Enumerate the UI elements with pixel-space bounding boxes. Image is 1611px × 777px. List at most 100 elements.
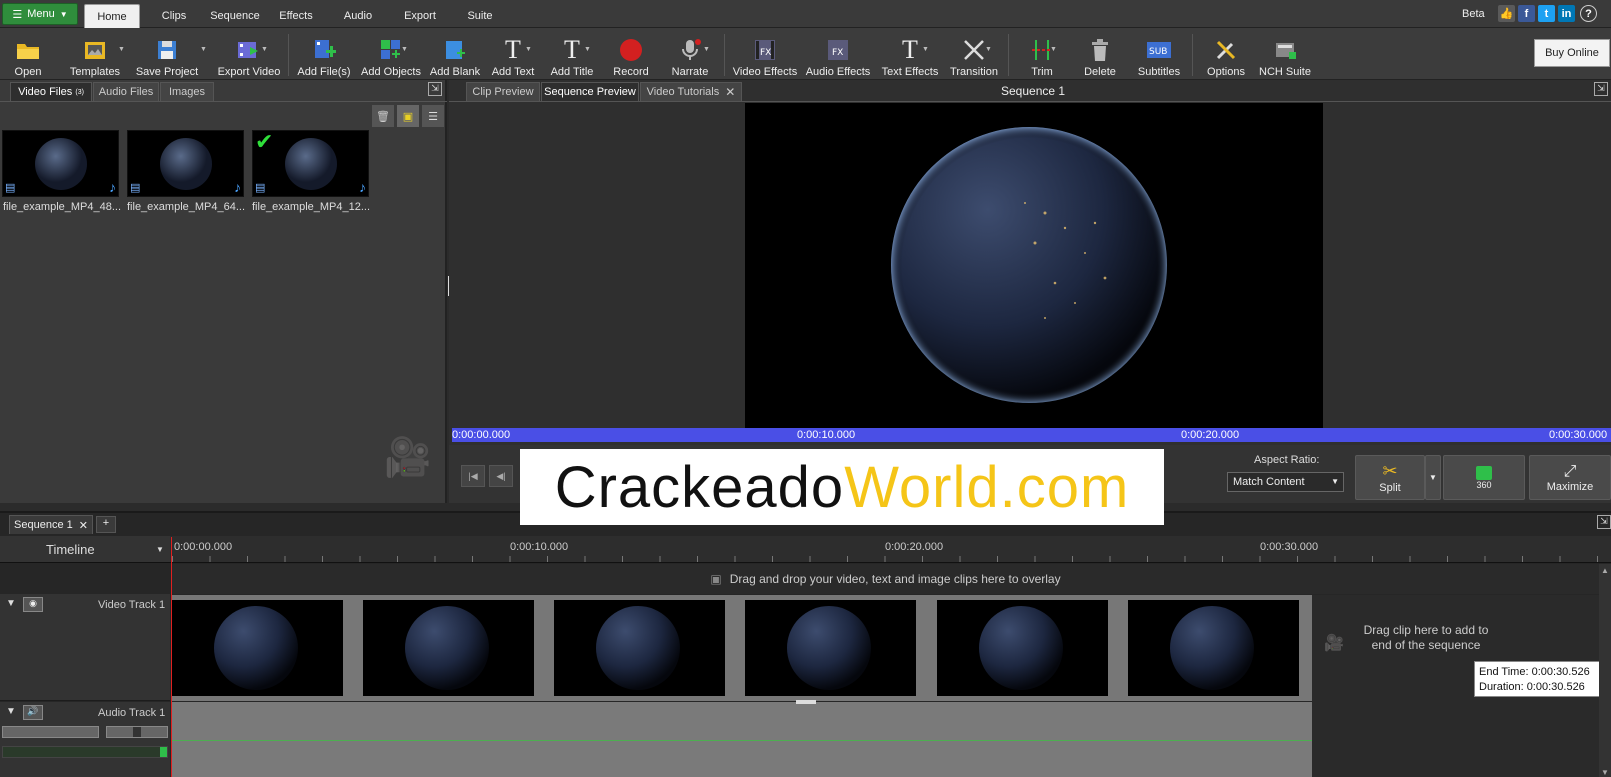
video-effects-button[interactable]: FX Video Effects — [733, 30, 797, 78]
close-icon[interactable]: ✕ — [725, 85, 735, 99]
transition-caret-icon[interactable]: ▼ — [985, 46, 992, 53]
media-thumbnail-2[interactable]: ▤ ♪ — [127, 130, 244, 197]
earth-frame-image — [1170, 606, 1254, 690]
new-folder-button[interactable]: ▣ — [397, 105, 419, 127]
save-project-button[interactable]: Save Project — [132, 30, 202, 78]
clip-frame[interactable] — [1128, 600, 1299, 696]
scroll-down-icon[interactable]: ▼ — [1601, 768, 1609, 777]
timeline-ruler[interactable]: Timeline ▼ 0:00:00.000 0:00:10.000 0:00:… — [0, 536, 1611, 563]
templates-caret-icon[interactable]: ▼ — [118, 46, 125, 53]
undock-icon[interactable]: ⇲ — [1597, 515, 1611, 529]
save-caret-icon[interactable]: ▼ — [200, 46, 207, 53]
help-icon[interactable]: ? — [1580, 5, 1597, 22]
video-track[interactable] — [172, 595, 1312, 701]
undock-icon[interactable]: ⇲ — [1594, 82, 1608, 96]
maximize-button[interactable]: ⤢ Maximize — [1529, 455, 1611, 500]
tab-export[interactable]: Export — [398, 4, 442, 28]
hamburger-icon: ☰ — [12, 8, 23, 21]
text-effects-button[interactable]: T Text Effects — [880, 30, 940, 78]
subtitles-button[interactable]: SUB Subtitles — [1136, 30, 1182, 78]
timeline-vertical-scrollbar[interactable]: ▲ ▼ — [1599, 564, 1611, 777]
split-dropdown-button[interactable]: ▼ — [1425, 455, 1441, 500]
add-text-button[interactable]: T Add Text — [490, 30, 536, 78]
track-resize-handle[interactable] — [796, 700, 816, 704]
facebook-icon[interactable]: f — [1518, 5, 1535, 22]
tab-audio[interactable]: Audio — [336, 4, 380, 28]
buy-online-button[interactable]: Buy Online — [1534, 39, 1610, 67]
list-view-button[interactable]: ☰ — [422, 105, 444, 127]
add-blank-button[interactable]: Add Blank — [430, 30, 480, 78]
add-objects-button[interactable]: Add Objects — [360, 30, 422, 78]
nch-suite-button[interactable]: NCH Suite — [1258, 30, 1312, 78]
clip-frame[interactable] — [363, 600, 534, 696]
bin-delete-button[interactable]: 🗑 — [372, 105, 394, 127]
eye-icon[interactable]: ◉ — [23, 597, 43, 612]
tab-video-tutorials[interactable]: Video Tutorials ✕ — [640, 82, 742, 101]
options-button[interactable]: Options — [1206, 30, 1246, 78]
trim-button[interactable]: Trim — [1024, 30, 1060, 78]
media-thumbnail-3[interactable]: ✔ ▤ ♪ — [252, 130, 369, 197]
overlay-track[interactable]: ▣ Drag and drop your video, text and ima… — [172, 564, 1599, 594]
playhead[interactable] — [171, 537, 172, 777]
add-text-caret-icon[interactable]: ▼ — [525, 46, 532, 53]
aspect-ratio-select[interactable]: Match Content ▼ — [1227, 472, 1344, 492]
add-title-caret-icon[interactable]: ▼ — [584, 46, 591, 53]
twitter-icon[interactable]: t — [1538, 5, 1555, 22]
collapse-triangle-icon[interactable]: ▼ — [6, 706, 16, 717]
clip-frame[interactable] — [554, 600, 725, 696]
add-sequence-button[interactable]: + — [96, 516, 116, 533]
add-title-button[interactable]: T Add Title — [548, 30, 596, 78]
like-icon[interactable]: 👍 — [1498, 5, 1515, 22]
step-back-icon: ◀| — [496, 470, 506, 481]
tab-home[interactable]: Home — [84, 4, 140, 28]
media-thumbnail-1[interactable]: ▤ ♪ — [2, 130, 119, 197]
volume-slider[interactable] — [2, 726, 99, 738]
trim-caret-icon[interactable]: ▼ — [1050, 46, 1057, 53]
audio-track[interactable] — [172, 702, 1312, 777]
360-button[interactable]: 360 — [1443, 455, 1525, 500]
text-effects-caret-icon[interactable]: ▼ — [922, 46, 929, 53]
speaker-icon[interactable]: 🔊 — [23, 705, 43, 720]
tab-sequence-1[interactable]: Sequence 1 ✕ — [9, 515, 93, 534]
tab-audio-files[interactable]: Audio Files — [93, 82, 159, 101]
scroll-up-icon[interactable]: ▲ — [1601, 566, 1609, 575]
skip-start-button[interactable]: |◀ — [461, 465, 485, 487]
tab-clips[interactable]: Clips — [152, 4, 196, 28]
pan-slider[interactable] — [106, 726, 168, 738]
linkedin-icon[interactable]: in — [1558, 5, 1575, 22]
timeline-mode-select[interactable]: Timeline ▼ — [0, 536, 170, 562]
narrate-button[interactable]: Narrate — [668, 30, 712, 78]
tab-video-files[interactable]: Video Files (3) — [10, 82, 92, 101]
add-objects-caret-icon[interactable]: ▼ — [401, 46, 408, 53]
transition-button[interactable]: Transition — [948, 30, 1000, 78]
tab-suite[interactable]: Suite — [458, 4, 502, 28]
add-files-button[interactable]: Add File(s) — [296, 30, 352, 78]
tab-images[interactable]: Images — [160, 82, 214, 101]
menu-button[interactable]: ☰ Menu ▼ — [2, 3, 78, 25]
narrate-caret-icon[interactable]: ▼ — [703, 46, 710, 53]
record-button[interactable]: Record — [610, 30, 652, 78]
step-back-button[interactable]: ◀| — [489, 465, 513, 487]
tab-sequence[interactable]: Sequence — [204, 4, 266, 28]
export-caret-icon[interactable]: ▼ — [261, 46, 268, 53]
delete-button[interactable]: Delete — [1082, 30, 1118, 78]
pan-slider-handle[interactable] — [133, 727, 141, 737]
preview-scrub-bar[interactable] — [452, 428, 1611, 442]
clip-frame[interactable] — [745, 600, 916, 696]
tab-clip-preview[interactable]: Clip Preview — [466, 82, 540, 101]
clip-frame[interactable] — [937, 600, 1108, 696]
clip-frame[interactable] — [172, 600, 343, 696]
scrub-time-label: 0:00:30.000 — [1549, 429, 1608, 441]
tab-effects[interactable]: Effects — [274, 4, 318, 28]
collapse-triangle-icon[interactable]: ▼ — [6, 598, 16, 609]
folder-icon — [15, 37, 41, 63]
audio-effects-button[interactable]: FX Audio Effects — [806, 30, 870, 78]
export-video-button[interactable]: Export Video — [216, 30, 282, 78]
templates-button[interactable]: Templates — [60, 30, 130, 78]
open-button[interactable]: Open — [10, 30, 46, 78]
duration-text: Duration: 0:00:30.526 — [1479, 681, 1585, 693]
close-icon[interactable]: ✕ — [79, 519, 88, 532]
undock-icon[interactable]: ⇲ — [428, 82, 442, 96]
split-button[interactable]: ✂ Split — [1355, 455, 1425, 500]
tab-sequence-preview[interactable]: Sequence Preview — [541, 82, 639, 101]
